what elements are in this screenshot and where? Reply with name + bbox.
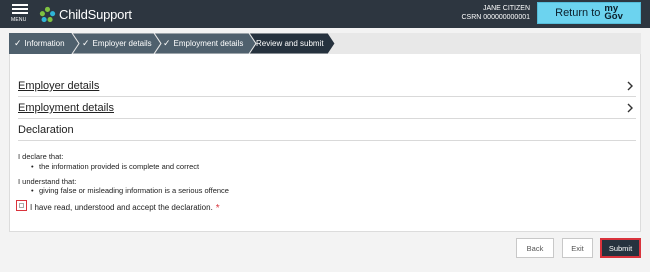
childsupport-logo[interactable]: ChildSupport — [39, 5, 132, 23]
return-label: Return to — [555, 7, 601, 19]
app-name: ChildSupport — [59, 6, 132, 22]
hamburger-icon-bar — [12, 8, 28, 10]
agree-label[interactable]: I have read, understood and accept the d… — [30, 202, 220, 214]
step-label: Employer details — [92, 39, 152, 48]
agree-text: I have read, understood and accept the d… — [30, 203, 213, 212]
check-icon: ✓ — [163, 38, 171, 48]
chevron-right-icon — [627, 81, 633, 91]
declaration-heading: Declaration — [18, 124, 74, 136]
check-icon: ✓ — [14, 38, 22, 48]
childsupport-logo-icon — [39, 6, 56, 22]
declare-item: the information provided is complete and… — [31, 162, 199, 171]
exit-button[interactable]: Exit — [562, 238, 593, 258]
step-information[interactable]: ✓ Information — [14, 33, 65, 54]
step-label: Information — [24, 39, 65, 48]
mygov-logo: my Gov — [604, 4, 623, 22]
chevron-right-icon — [627, 103, 633, 113]
employment-details-link[interactable]: Employment details — [18, 102, 114, 114]
step-label: Review and submit — [256, 39, 324, 48]
understand-item: giving false or misleading information i… — [31, 186, 229, 195]
employment-details-row[interactable]: Employment details — [18, 97, 636, 119]
employer-details-link[interactable]: Employer details — [18, 80, 99, 92]
user-info: JANE CITIZEN CSRN 000000000001 — [462, 4, 531, 22]
step-employer-details[interactable]: ✓ Employer details — [82, 33, 152, 54]
menu-button[interactable]: MENU — [11, 4, 31, 24]
employer-details-row[interactable]: Employer details — [18, 75, 636, 97]
mygov-line2: Gov — [604, 11, 623, 22]
progress-stepper: ✓ Information ✓ Employer details ✓ Emplo… — [9, 33, 641, 54]
step-label: Employment details — [173, 39, 244, 48]
top-header: MENU ChildSupport JANE CITIZEN CSRN 0000… — [0, 0, 650, 28]
step-review-and-submit: Review and submit — [256, 33, 324, 54]
back-button[interactable]: Back — [516, 238, 554, 258]
menu-label: MENU — [11, 17, 27, 23]
required-marker: * — [215, 203, 220, 214]
check-icon: ✓ — [82, 38, 90, 48]
return-to-mygov-button[interactable]: Return to my Gov — [537, 2, 641, 24]
understand-intro: I understand that: — [18, 177, 77, 186]
hamburger-icon — [12, 4, 28, 6]
divider — [18, 140, 636, 141]
review-card: Employer details Employment details Decl… — [9, 54, 641, 232]
hamburger-icon-bar — [12, 12, 28, 14]
csrn-number: CSRN 000000000001 — [461, 14, 531, 21]
user-name: JANE CITIZEN — [482, 5, 530, 12]
declare-intro: I declare that: — [18, 152, 64, 161]
agree-checkbox[interactable] — [16, 200, 27, 211]
step-employment-details[interactable]: ✓ Employment details — [163, 33, 243, 54]
submit-button[interactable]: Submit — [600, 238, 641, 258]
checkbox-icon — [18, 202, 24, 208]
